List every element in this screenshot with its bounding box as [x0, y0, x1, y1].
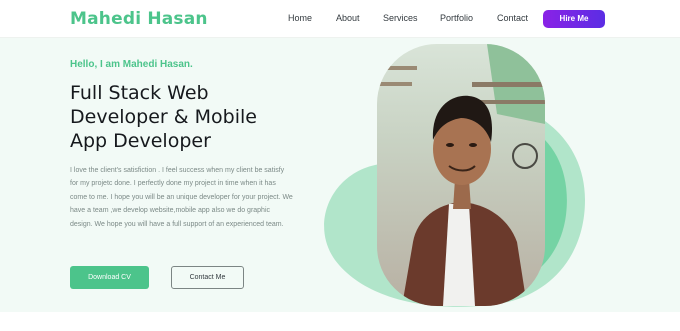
profile-photo	[377, 44, 545, 306]
hero-description: I love the client's satisfiction . I fee…	[70, 167, 293, 228]
headline-line-1: Full Stack Web	[70, 82, 209, 104]
contact-me-button[interactable]: Contact Me	[171, 266, 244, 289]
hero-headline: Full Stack Web Developer & Mobile App De…	[70, 81, 310, 153]
headline-line-3: App Developer	[70, 130, 211, 152]
headline-line-2: Developer & Mobile	[70, 106, 257, 128]
download-cv-button[interactable]: Download CV	[70, 266, 149, 289]
greeting-text: Hello, I am Mahedi Hasan.	[70, 59, 193, 70]
